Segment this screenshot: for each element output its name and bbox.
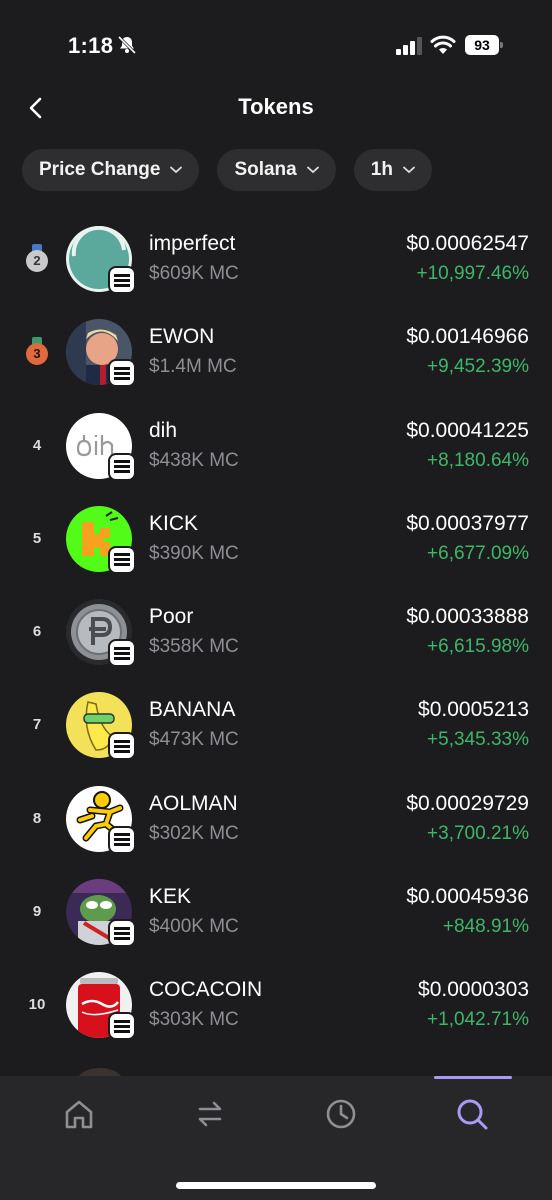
token-price-change: +1,042.71% <box>427 1009 529 1031</box>
solana-chain-icon <box>108 825 136 854</box>
rank-number: 8 <box>32 809 42 827</box>
token-price: $0.0005213 <box>418 698 529 722</box>
token-name: Poor <box>149 605 194 629</box>
token-price: $0.00029729 <box>406 791 529 815</box>
rank-number: 9 <box>32 903 42 921</box>
token-price-change: +5,345.33% <box>427 729 529 751</box>
token-market-cap: $302K MC <box>149 822 239 844</box>
filter-label: 1h <box>370 159 393 180</box>
history-icon[interactable] <box>321 1094 361 1134</box>
rank-number: 10 <box>28 996 46 1014</box>
token-market-cap: $609K MC <box>149 263 239 284</box>
filter-bar: Price Change Solana 1h <box>22 149 432 191</box>
token-row[interactable]: 10 COCACOIN $303K MC $0.0000303 +1,042.7… <box>0 958 552 1051</box>
solana-chain-icon <box>108 1012 136 1041</box>
token-price-change: +3,700.21% <box>427 822 529 844</box>
filter-price-change[interactable]: Price Change <box>22 149 200 191</box>
token-market-cap: $303K MC <box>149 1009 239 1031</box>
token-list: 2 imperfect $609K MC $0.00062547 +10,997… <box>0 212 552 1077</box>
rank-silver-medal: 2 <box>22 212 52 305</box>
token-price-change: +9,452.39% <box>427 356 529 378</box>
search-icon[interactable] <box>452 1094 492 1134</box>
rank-bronze-medal: 3 <box>22 305 52 398</box>
token-row[interactable]: 4 dih $438K MC $0.00041225 +8,180.64% <box>0 399 552 492</box>
page-title: Tokens <box>238 94 314 119</box>
token-price: $0.00146966 <box>406 325 529 349</box>
token-price: $0.00041225 <box>406 418 529 442</box>
swap-icon[interactable] <box>190 1094 230 1134</box>
token-price-change: +10,997.46% <box>416 263 529 284</box>
status-time: 1:18 <box>68 33 114 58</box>
token-market-cap: $438K MC <box>149 449 239 471</box>
token-row[interactable]: 7 BANANA $473K MC $0.0005213 +5,345.33% <box>0 678 552 771</box>
battery-level: 93 <box>465 35 499 55</box>
chevron-down-icon <box>403 166 415 174</box>
token-price: $0.0000303 <box>418 978 529 1002</box>
token-name: imperfect <box>149 232 236 255</box>
solana-chain-icon <box>108 545 136 574</box>
token-price: $0.00045936 <box>406 885 529 909</box>
token-row[interactable]: 6 Poor $358K MC $0.00033888 +6,615.98% <box>0 585 552 678</box>
token-price: $0.00033888 <box>406 605 529 629</box>
rank-number: 2 <box>26 249 48 272</box>
token-price-change: +8,180.64% <box>427 449 529 471</box>
filter-label: Price Change <box>39 159 161 180</box>
token-price-change: +848.91% <box>442 916 529 938</box>
token-market-cap: $358K MC <box>149 636 239 658</box>
token-market-cap: $473K MC <box>149 729 239 751</box>
token-row[interactable]: 9 KEK $400K MC $0.00045936 +848.91% <box>0 865 552 958</box>
token-name: AOLMAN <box>149 791 238 815</box>
token-name: BANANA <box>149 698 236 722</box>
solana-chain-icon <box>108 452 136 481</box>
token-market-cap: $390K MC <box>149 542 239 564</box>
token-name: COCACOIN <box>149 978 263 1002</box>
bottom-nav <box>0 1076 552 1200</box>
token-name: dih <box>149 418 178 442</box>
wifi-icon <box>430 35 456 54</box>
rank-number: 5 <box>32 529 42 547</box>
chevron-down-icon <box>170 166 183 174</box>
token-name: KEK <box>149 885 192 909</box>
filter-chain[interactable]: Solana <box>217 149 336 191</box>
battery-icon: 93 <box>465 35 505 55</box>
filter-label: Solana <box>234 159 297 180</box>
token-price: $0.00037977 <box>406 511 529 535</box>
home-indicator <box>176 1182 376 1189</box>
token-market-cap: $1.4M MC <box>149 356 237 378</box>
cellular-signal-icon <box>396 37 422 55</box>
solana-chain-icon <box>108 639 136 668</box>
token-name: EWON <box>149 325 215 349</box>
home-icon[interactable] <box>59 1094 99 1134</box>
token-row[interactable]: 2 imperfect $609K MC $0.00062547 +10,997… <box>0 212 552 305</box>
rank-number: 6 <box>32 623 42 641</box>
token-row[interactable]: 5 KICK $390K MC $0.00037977 +6,677.09% <box>0 492 552 585</box>
chevron-down-icon <box>306 166 319 174</box>
active-tab-indicator <box>434 1076 512 1079</box>
rank-number: 4 <box>32 436 42 454</box>
filter-timeframe[interactable]: 1h <box>353 149 432 191</box>
rank-number: 7 <box>32 716 42 734</box>
token-name: KICK <box>149 511 199 535</box>
solana-chain-icon <box>108 266 136 294</box>
token-price: $0.00062547 <box>406 232 529 255</box>
header: Tokens <box>0 86 552 130</box>
solana-chain-icon <box>108 359 136 388</box>
bell-muted-icon <box>117 35 137 55</box>
solana-chain-icon <box>108 732 136 761</box>
token-row[interactable]: 8 AOLMAN $302K MC $0.00029729 +3,700.21% <box>0 772 552 865</box>
token-price-change: +6,615.98% <box>427 636 529 658</box>
token-row[interactable]: 3 EWON $1.4M MC $0.00146966 +9,452.39% <box>0 305 552 398</box>
solana-chain-icon <box>108 919 136 948</box>
token-market-cap: $400K MC <box>149 916 239 938</box>
status-bar: 1:18 93 <box>0 0 552 90</box>
rank-number: 3 <box>26 342 48 365</box>
token-price-change: +6,677.09% <box>427 542 529 564</box>
